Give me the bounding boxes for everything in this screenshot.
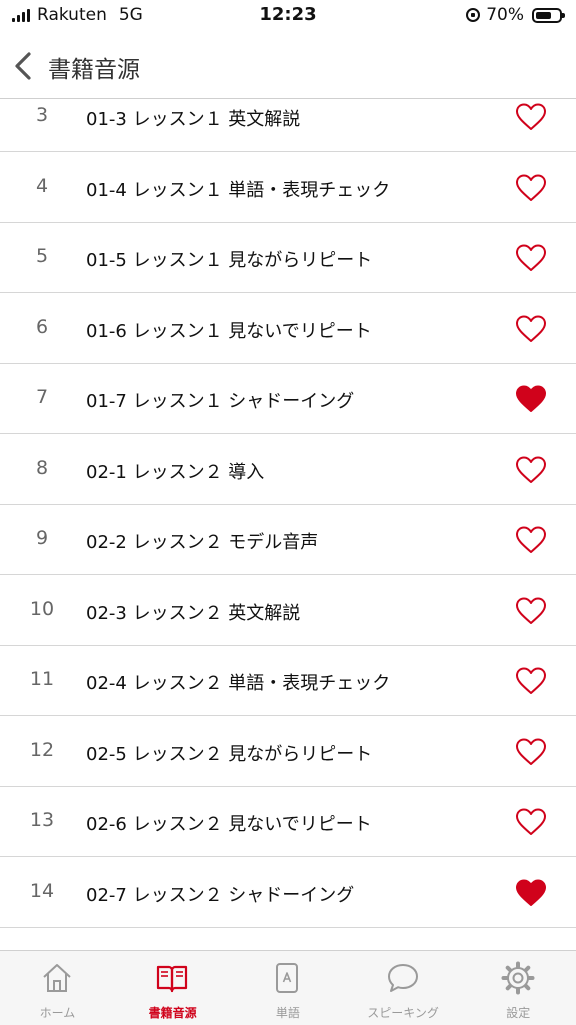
tab-vocabulary-card[interactable]: 単語 — [230, 951, 345, 1025]
favorite-heart-icon[interactable] — [515, 314, 547, 344]
track-row[interactable]: 14 02-7 レッスン２ シャドーイング — [0, 858, 576, 928]
tab-label: 設定 — [506, 1006, 531, 1020]
favorite-heart-icon[interactable] — [515, 525, 547, 555]
battery-icon — [532, 7, 565, 23]
track-number: 12 — [29, 738, 55, 761]
chevron-left-icon — [15, 52, 31, 80]
track-title: 01-6 レッスン１ 見ないでリピート — [86, 320, 372, 342]
tab-gear[interactable]: 設定 — [461, 951, 576, 1025]
favorite-heart-icon[interactable] — [515, 173, 547, 203]
tab-bar: ホーム 書籍音源 単語 スピーキング 設定 — [0, 950, 576, 1025]
favorite-heart-icon[interactable] — [515, 666, 547, 696]
track-row[interactable]: 11 02-4 レッスン２ 単語・表現チェック — [0, 646, 576, 716]
track-row[interactable]: 8 02-1 レッスン２ 導入 — [0, 435, 576, 505]
page-title: 書籍音源 — [48, 57, 140, 83]
track-title: 02-1 レッスン２ 導入 — [86, 461, 265, 483]
navigation-bar: 書籍音源 — [0, 34, 576, 99]
track-title: 02-6 レッスン２ 見ないでリピート — [86, 814, 372, 835]
tab-book[interactable]: 書籍音源 — [115, 951, 230, 1025]
favorite-heart-icon[interactable] — [515, 243, 547, 273]
track-number: 14 — [29, 879, 55, 902]
track-list[interactable]: 3 01-3 レッスン１ 英文解説 4 01-4 レッスン１ 単語・表現チェック 5 01… — [0, 98, 576, 950]
tab-home[interactable]: ホーム — [0, 951, 115, 1025]
track-row[interactable]: 7 01-7 レッスン１ シャドーイング — [0, 364, 576, 434]
track-title: 02-4 レッスン２ 単語・表現チェック — [86, 673, 391, 694]
favorite-heart-icon[interactable] — [515, 737, 547, 767]
battery-percent: 70% — [486, 5, 524, 25]
track-title: 02-7 レッスン２ シャドーイング — [86, 884, 355, 906]
favorite-heart-filled-icon[interactable] — [515, 878, 547, 908]
track-row[interactable]: 10 02-3 レッスン２ 英文解説 — [0, 576, 576, 646]
track-row[interactable]: 3 01-3 レッスン１ 英文解説 — [0, 98, 576, 152]
tab-label: ホーム — [39, 1006, 76, 1020]
favorite-heart-icon[interactable] — [515, 102, 547, 132]
favorite-heart-icon[interactable] — [515, 807, 547, 837]
back-button[interactable] — [10, 48, 40, 84]
tab-label: スピーキング — [367, 1006, 439, 1020]
track-number: 5 — [35, 245, 49, 267]
status-bar: Rakuten 5G 12:23 70% — [0, 0, 576, 34]
status-right: 70% — [466, 5, 565, 25]
track-title: 02-2 レッスン２ モデル音声 — [86, 532, 319, 553]
track-title: 01-4 レッスン１ 単語・表現チェック — [86, 179, 391, 201]
track-row[interactable]: 13 02-6 レッスン２ 見ないでリピート — [0, 787, 576, 857]
track-number: 8 — [35, 456, 49, 479]
track-number: 10 — [29, 597, 55, 620]
track-number: 3 — [35, 104, 49, 126]
vocabulary-card-icon — [270, 961, 304, 995]
track-row[interactable]: 6 01-6 レッスン１ 見ないでリピート — [0, 294, 576, 364]
track-title: 02-5 レッスン２ 見ながらリピート — [86, 743, 373, 765]
favorite-heart-icon[interactable] — [515, 596, 547, 626]
track-row[interactable]: 9 02-2 レッスン２ モデル音声 — [0, 505, 576, 575]
gear-icon — [501, 961, 535, 995]
favorite-heart-filled-icon[interactable] — [515, 384, 547, 414]
track-row[interactable]: 12 02-5 レッスン２ 見ながらリピート — [0, 717, 576, 787]
speech-bubble-icon — [386, 961, 420, 995]
track-title: 02-3 レッスン２ 英文解説 — [86, 602, 301, 624]
track-title: 01-7 レッスン１ シャドーイング — [86, 391, 355, 412]
favorite-heart-icon[interactable] — [515, 455, 547, 485]
track-number: 11 — [29, 668, 55, 690]
track-number: 7 — [35, 386, 49, 408]
track-number: 4 — [35, 174, 49, 197]
track-title: 01-5 レッスン１ 見ながらリピート — [86, 250, 373, 271]
book-icon — [155, 961, 189, 995]
track-number: 9 — [35, 527, 49, 549]
track-row[interactable]: 5 01-5 レッスン１ 見ながらリピート — [0, 223, 576, 293]
track-number: 13 — [29, 809, 55, 831]
tab-label: 単語 — [275, 1006, 300, 1020]
track-row[interactable]: 4 01-4 レッスン１ 単語・表現チェック — [0, 153, 576, 223]
track-title: 01-3 レッスン１ 英文解説 — [86, 109, 301, 130]
home-icon — [40, 961, 74, 995]
track-number: 6 — [35, 315, 49, 338]
rotation-lock-icon — [466, 8, 481, 22]
tab-label: 書籍音源 — [148, 1006, 197, 1020]
tab-speech-bubble[interactable]: スピーキング — [346, 951, 461, 1025]
